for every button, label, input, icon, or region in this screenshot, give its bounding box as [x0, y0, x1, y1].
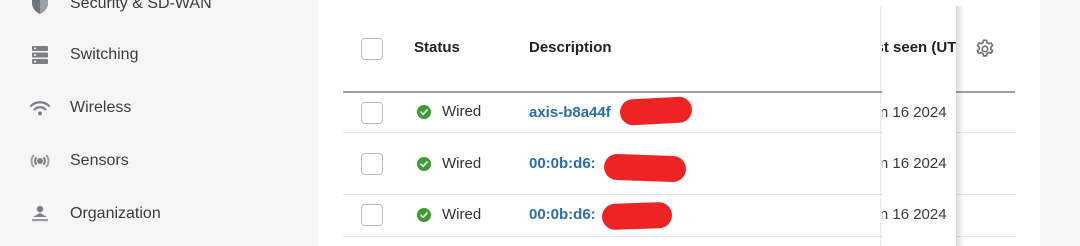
select-all-checkbox[interactable]	[361, 38, 383, 60]
status-cell: Wired	[417, 206, 481, 223]
last-seen-column-header[interactable]: Last seen (UTC)	[882, 39, 956, 56]
client-description-link[interactable]: 00:0b:d6:	[529, 155, 596, 172]
check-circle-icon	[417, 207, 431, 222]
status-label: Wired	[442, 103, 482, 120]
organization-icon	[29, 203, 51, 225]
sidebar-item-label: Organization	[70, 205, 161, 222]
check-circle-icon	[417, 156, 431, 171]
shield-icon	[29, 0, 51, 15]
row-checkbox[interactable]	[361, 153, 383, 175]
client-description-link[interactable]: axis-b8a44f	[529, 104, 611, 121]
row-checkbox[interactable]	[361, 204, 383, 226]
sidebar-item-organization[interactable]: Organization	[0, 194, 318, 234]
sensor-icon	[29, 150, 51, 172]
last-seen-cell: Jan 16 2024	[882, 104, 947, 121]
sidebar-item-switching[interactable]: Switching	[0, 35, 318, 75]
status-cell: Wired	[417, 155, 481, 172]
sidebar-item-sensors[interactable]: Sensors	[0, 141, 318, 181]
redaction-mark	[619, 96, 693, 126]
last-seen-column: Last seen (UTC) Jan 16 2024 Jan 16 2024 …	[882, 6, 956, 246]
wifi-icon	[29, 97, 51, 119]
status-label: Wired	[442, 155, 482, 172]
switch-icon	[29, 44, 51, 66]
status-column-header[interactable]: Status	[414, 39, 460, 56]
gear-icon[interactable]	[974, 38, 996, 60]
sidebar-nav: Security & SD-WAN Switching Wireless Sen…	[0, 0, 318, 246]
sidebar-item-label: Switching	[70, 46, 139, 63]
sidebar-item-label: Security & SD-WAN	[70, 0, 212, 12]
check-circle-icon	[417, 104, 431, 119]
last-seen-cell: Jan 16 2024	[882, 206, 947, 223]
redaction-mark	[601, 201, 673, 231]
status-label: Wired	[442, 206, 482, 223]
sidebar-item-wireless[interactable]: Wireless	[0, 88, 318, 128]
last-seen-cell: Jan 16 2024	[882, 155, 947, 172]
sidebar-item-security[interactable]: Security & SD-WAN	[0, 0, 318, 24]
sidebar-item-label: Wireless	[70, 99, 132, 116]
description-column-header[interactable]: Description	[529, 39, 612, 56]
row-checkbox[interactable]	[361, 102, 383, 124]
client-description-link[interactable]: 00:0b:d6:	[529, 206, 596, 223]
redaction-mark	[603, 153, 687, 183]
status-cell: Wired	[417, 103, 481, 120]
column-edge-shadow	[956, 6, 964, 246]
sidebar-item-label: Sensors	[70, 152, 129, 169]
